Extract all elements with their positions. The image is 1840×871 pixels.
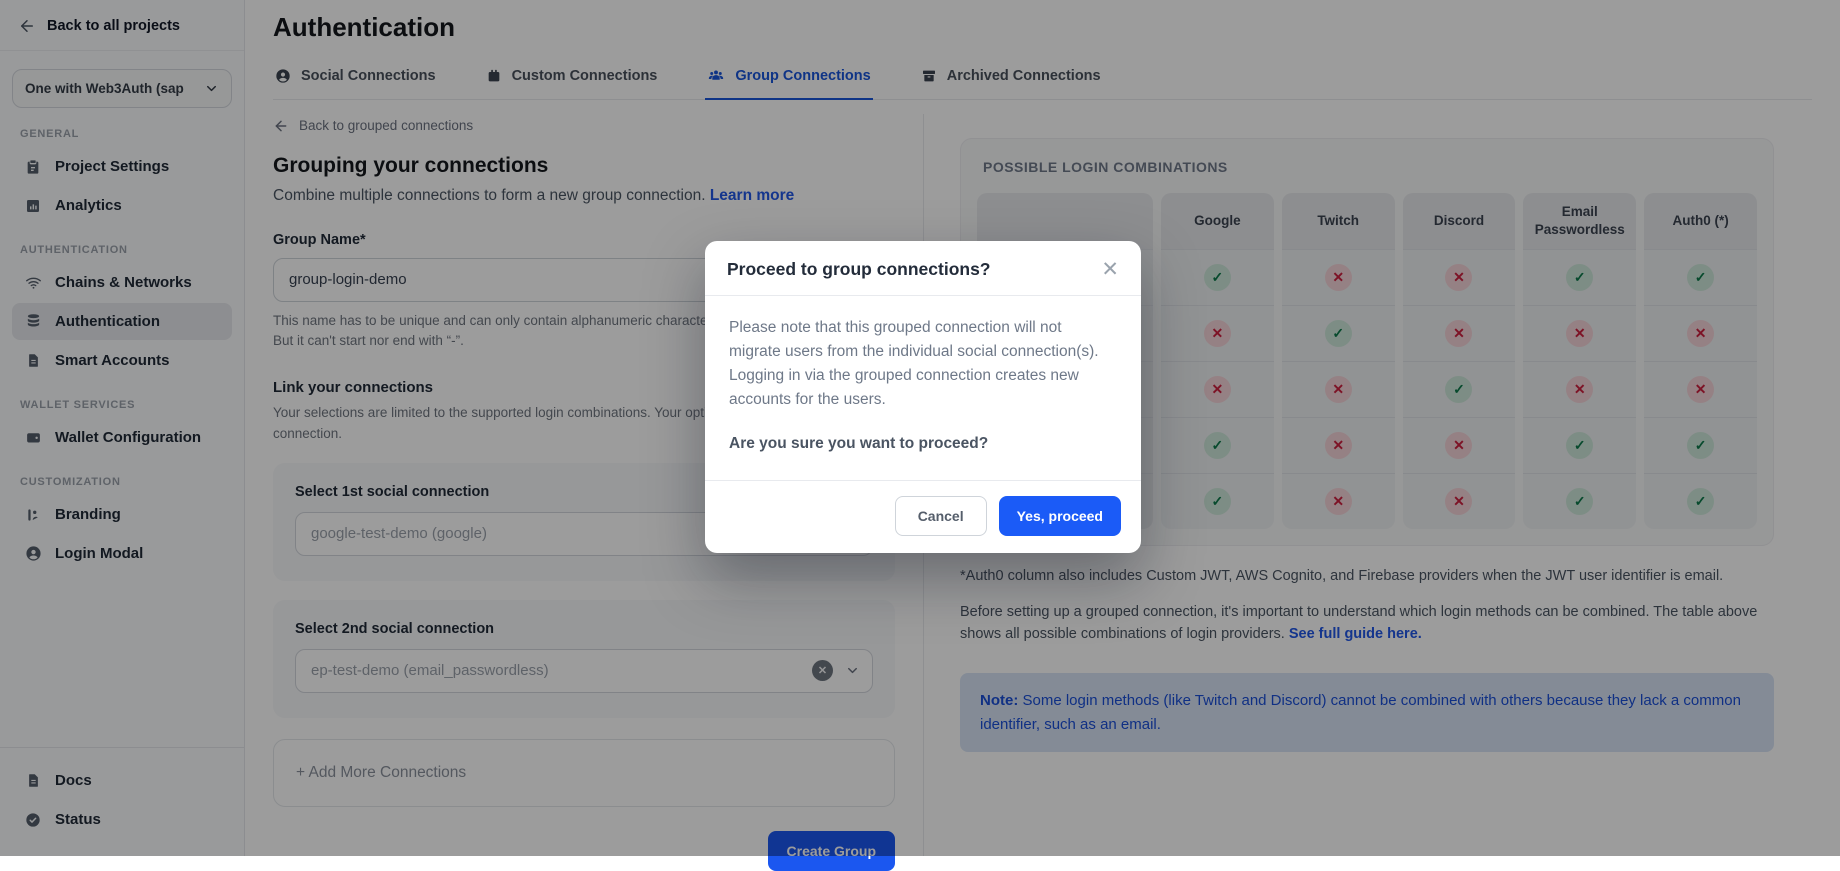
- modal-body-text: Please note that this grouped connection…: [729, 316, 1117, 412]
- proceed-modal: Proceed to group connections? ✕ Please n…: [705, 241, 1141, 553]
- close-icon[interactable]: ✕: [1091, 259, 1119, 280]
- cancel-button[interactable]: Cancel: [895, 496, 987, 536]
- modal-title: Proceed to group connections?: [727, 259, 991, 280]
- modal-question: Are you sure you want to proceed?: [729, 432, 1117, 456]
- confirm-button[interactable]: Yes, proceed: [999, 496, 1121, 536]
